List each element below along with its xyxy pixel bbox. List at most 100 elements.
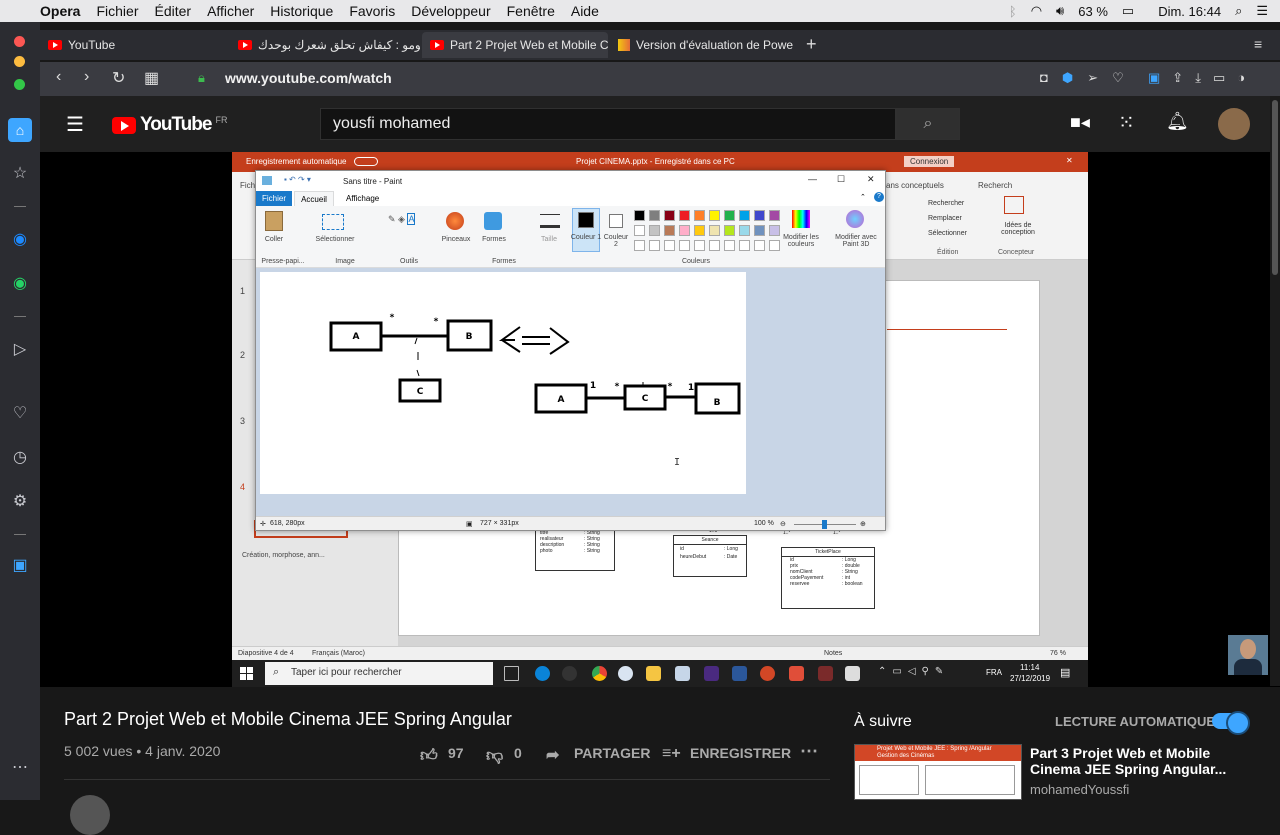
paint-window: ▪ ↶ ↷ ▾ Sans titre - Paint — ☐ ✕ Fichier… bbox=[255, 170, 886, 531]
paint-title-bar: ▪ ↶ ↷ ▾ Sans titre - Paint — ☐ ✕ bbox=[256, 171, 885, 191]
camera-icon[interactable]: ◘ bbox=[1040, 70, 1048, 86]
history-icon[interactable]: ◷ bbox=[10, 448, 30, 468]
flow-icon[interactable]: ▷ bbox=[10, 340, 30, 360]
more-icon[interactable]: ⋯ bbox=[10, 758, 30, 778]
share-button[interactable]: PARTAGER bbox=[574, 745, 650, 761]
translate-icon[interactable]: ▣ bbox=[10, 556, 30, 576]
menu-developpeur[interactable]: Développeur bbox=[411, 3, 490, 19]
minimize-window-button[interactable] bbox=[14, 56, 25, 67]
label-a: A bbox=[558, 395, 565, 405]
spotlight-icon[interactable]: ⌕ bbox=[1235, 3, 1242, 19]
bluetooth-icon[interactable]: ᛒ bbox=[1009, 4, 1017, 19]
share-icon[interactable]: ⇪ bbox=[1172, 70, 1183, 86]
thumbs-down-icon[interactable]: 👎︎ bbox=[486, 745, 503, 766]
tab-powerbi[interactable]: Version d'évaluation de Powe bbox=[610, 32, 796, 58]
search-button[interactable]: ⌕ bbox=[896, 108, 960, 140]
messenger-icon[interactable]: ◉ bbox=[10, 230, 30, 250]
shield-icon[interactable]: ⬢ bbox=[1062, 70, 1073, 86]
tools-icons: ✎ ◈ A bbox=[388, 213, 416, 225]
save-playlist-icon[interactable]: ≡+ bbox=[662, 745, 681, 763]
clock[interactable]: Dim. 16:44 bbox=[1158, 4, 1221, 19]
like-count[interactable]: 97 bbox=[448, 745, 464, 761]
tab-menu-icon[interactable]: ≡ bbox=[1254, 36, 1262, 52]
ppt-language: Français (Maroc) bbox=[312, 650, 365, 657]
send-icon[interactable]: ➢ bbox=[1087, 70, 1098, 86]
more-actions-icon[interactable]: ⋯ bbox=[800, 741, 818, 762]
save-button[interactable]: ENREGISTRER bbox=[690, 745, 791, 761]
search-input[interactable]: yousfi mohamed bbox=[320, 108, 896, 140]
color-swatch bbox=[769, 210, 780, 221]
settings-icon[interactable]: ⚙ bbox=[10, 492, 30, 512]
thumbs-up-icon[interactable]: 👍︎ bbox=[420, 745, 438, 766]
paint-app-icon bbox=[262, 176, 272, 185]
battery-percent[interactable]: 63 % bbox=[1078, 4, 1108, 19]
translate-icon[interactable]: ▣ bbox=[1148, 70, 1160, 86]
save-icon: ▪ ↶ ↷ ▾ bbox=[284, 175, 311, 184]
hamburger-menu-icon[interactable]: ☰ bbox=[66, 112, 84, 137]
channel-avatar[interactable] bbox=[70, 795, 110, 835]
vpn-icon[interactable]: ◑ bbox=[1237, 70, 1245, 86]
whatsapp-icon[interactable]: ◉ bbox=[10, 274, 30, 294]
label-b: B bbox=[714, 398, 721, 408]
chrome-icon bbox=[592, 666, 607, 681]
empty-swatch bbox=[634, 240, 645, 251]
heart-icon[interactable]: ♡ bbox=[1112, 70, 1124, 86]
autoplay-toggle[interactable] bbox=[1212, 711, 1250, 735]
speed-dial-icon[interactable]: ⌂ bbox=[8, 118, 32, 142]
edit-colors-icon bbox=[792, 210, 810, 228]
forward-icon[interactable]: › bbox=[84, 68, 89, 86]
wifi-icon[interactable]: ◠ bbox=[1031, 3, 1042, 19]
url-field[interactable]: www.youtube.com/watch bbox=[225, 70, 392, 86]
download-icon[interactable]: ⤓ bbox=[1195, 70, 1201, 86]
zoom-window-button[interactable] bbox=[14, 79, 25, 90]
notifications-bell-icon[interactable]: 🔔︎ bbox=[1166, 111, 1189, 132]
tab-video-momo[interactable]: مومو : كيفاش تحلق شعرك بوحدك bbox=[230, 32, 420, 58]
thumb-banner-text: Projet Web et Mobile JEE : Spring /Angul… bbox=[877, 746, 992, 759]
youtube-logo[interactable]: YouTube FR bbox=[112, 114, 227, 136]
video-info: Part 2 Projet Web et Mobile Cinema JEE S… bbox=[40, 687, 1280, 835]
page-scrollbar[interactable] bbox=[1270, 96, 1280, 686]
sidebar-divider bbox=[14, 534, 26, 535]
avatar[interactable] bbox=[1218, 108, 1250, 140]
clipboard-icon bbox=[265, 211, 283, 231]
menu-fenetre[interactable]: Fenêtre bbox=[507, 3, 555, 19]
bookmarks-icon[interactable]: ☆ bbox=[10, 164, 30, 184]
battery-saver-icon[interactable]: ▭ bbox=[1213, 70, 1225, 86]
menu-editer[interactable]: Éditer bbox=[154, 3, 191, 19]
create-video-icon[interactable]: ■◂ bbox=[1070, 112, 1090, 133]
uml-ticketplace-class: TicketPlace id: Long prix: double nomCli… bbox=[781, 547, 875, 609]
label-c: C bbox=[642, 394, 649, 404]
share-icon[interactable]: ➦ bbox=[546, 745, 559, 765]
action-center-icon: ▤ bbox=[1060, 667, 1071, 679]
tab-part2[interactable]: Part 2 Projet Web et Mobile C bbox=[422, 32, 608, 58]
scrollbar-thumb[interactable] bbox=[1272, 100, 1278, 275]
menu-favoris[interactable]: Favoris bbox=[349, 3, 395, 19]
youtube-favicon-icon bbox=[238, 40, 252, 50]
color-swatch bbox=[694, 210, 705, 221]
heart-icon[interactable]: ♡ bbox=[10, 404, 30, 424]
reload-icon[interactable]: ↻ bbox=[112, 68, 125, 88]
tabs-grid-icon[interactable]: ▦ bbox=[144, 68, 159, 88]
system-tray-icons: ⌃▭◁⚲✎ bbox=[878, 666, 950, 677]
apps-icon[interactable]: ⁙ bbox=[1118, 110, 1135, 135]
notification-center-icon[interactable]: ☰ bbox=[1256, 3, 1268, 19]
tab-youtube[interactable]: YouTube bbox=[40, 32, 228, 58]
menu-fichier[interactable]: Fichier bbox=[96, 3, 138, 19]
menu-historique[interactable]: Historique bbox=[270, 3, 333, 19]
close-window-button[interactable] bbox=[14, 36, 25, 47]
next-video-thumbnail[interactable]: Projet Web et Mobile JEE : Spring /Angul… bbox=[854, 744, 1022, 800]
windows-search-placeholder: Taper ici pour rechercher bbox=[291, 667, 402, 678]
back-icon[interactable]: ‹ bbox=[56, 68, 61, 86]
next-video-title[interactable]: Part 3 Projet Web et Mobile Cinema JEE S… bbox=[1030, 745, 1230, 777]
menu-aide[interactable]: Aide bbox=[571, 3, 599, 19]
battery-icon[interactable]: ▭ bbox=[1122, 3, 1134, 19]
ribbon-collapse-icon: ⌃ bbox=[860, 194, 866, 201]
volume-icon[interactable]: 🔊︎ bbox=[1056, 3, 1064, 19]
menu-afficher[interactable]: Afficher bbox=[207, 3, 254, 19]
new-tab-button[interactable]: + bbox=[806, 34, 817, 55]
cursor-position: 618, 280px bbox=[270, 520, 305, 527]
dislike-count[interactable]: 0 bbox=[514, 745, 522, 761]
next-video-channel[interactable]: mohamedYoussfi bbox=[1030, 782, 1129, 797]
app-menu[interactable]: Opera bbox=[40, 3, 80, 19]
color-swatch bbox=[649, 225, 660, 236]
